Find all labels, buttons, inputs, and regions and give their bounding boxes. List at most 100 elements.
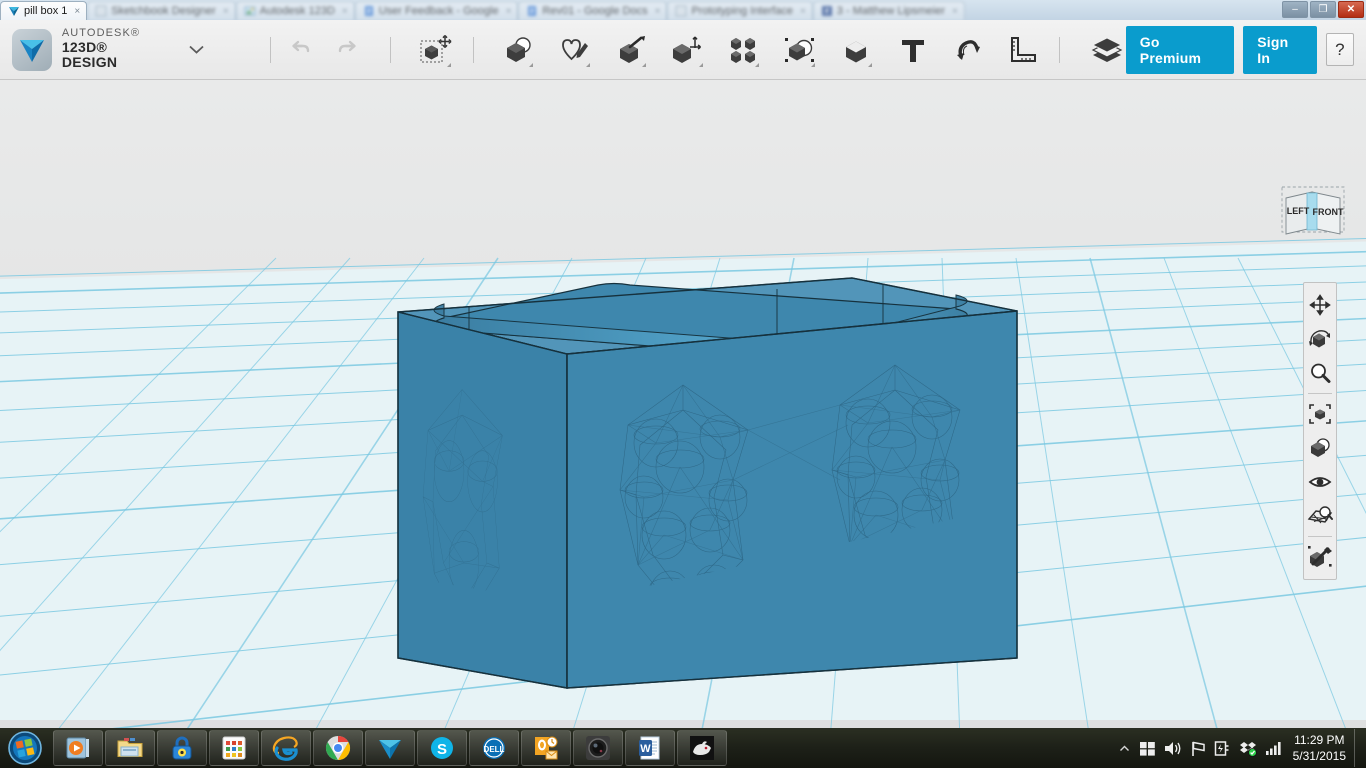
- modify-tool[interactable]: [668, 28, 706, 72]
- taskbar-dell[interactable]: DELL: [469, 730, 519, 766]
- material-tool[interactable]: [1087, 28, 1125, 72]
- grouping-tool[interactable]: [781, 28, 819, 72]
- sign-in-button[interactable]: Sign In: [1243, 25, 1317, 74]
- browser-tab-2[interactable]: Autodesk 123D ×: [235, 1, 355, 20]
- tray-show-hidden[interactable]: [1118, 742, 1131, 755]
- tray-windows[interactable]: [1139, 740, 1156, 757]
- docs-icon: [526, 5, 538, 17]
- facebook-icon: [821, 5, 833, 17]
- taskbar-google-chrome[interactable]: [313, 730, 363, 766]
- browser-tab-active[interactable]: pill box 1 ×: [0, 1, 88, 20]
- zoom-tool[interactable]: [1305, 356, 1335, 390]
- sketch-tool[interactable]: [555, 28, 593, 72]
- close-tab-icon[interactable]: ×: [342, 6, 348, 17]
- taskbar-app-list: S DELL W: [53, 730, 727, 766]
- text-tool[interactable]: [894, 28, 932, 72]
- clock-time: 11:29 PM: [1294, 732, 1345, 747]
- tool-menu-corner-icon: [698, 62, 703, 67]
- taskbar-outlook[interactable]: [521, 730, 571, 766]
- undo-button[interactable]: [280, 28, 320, 72]
- taskbar-camera[interactable]: [573, 730, 623, 766]
- taskbar-windows-media-player[interactable]: [53, 730, 103, 766]
- browser-tab-4[interactable]: Rev01 - Google Docs ×: [518, 1, 668, 20]
- history-group: [280, 28, 368, 72]
- 3d-viewport[interactable]: LEFT FRONT: [0, 80, 1366, 728]
- tool-menu-corner-icon: [529, 62, 534, 67]
- close-tab-icon[interactable]: ×: [74, 6, 80, 17]
- primitives-tool[interactable]: [499, 28, 537, 72]
- browser-tab-1[interactable]: Sketchbook Designer ×: [87, 1, 236, 20]
- go-premium-button[interactable]: Go Premium: [1125, 25, 1235, 74]
- measure-tool[interactable]: [1003, 28, 1041, 72]
- taskbar-file-explorer[interactable]: [105, 730, 155, 766]
- windows-taskbar: S DELL W 11:29 PM 5/31/2015: [0, 728, 1366, 768]
- view-cube[interactable]: LEFT FRONT: [1278, 184, 1348, 244]
- account-actions: Go Premium Sign In ?: [1125, 25, 1366, 74]
- browser-tab-label: 3 - Matthew Lipsmeier: [836, 5, 946, 17]
- transform-tool[interactable]: [416, 28, 454, 72]
- tray-network[interactable]: [1265, 740, 1283, 756]
- orbit-tool[interactable]: [1305, 322, 1335, 356]
- tray-action-center[interactable]: [1190, 740, 1206, 757]
- browser-tab-5[interactable]: Prototyping Interface ×: [667, 1, 813, 20]
- taskbar-rhino[interactable]: [677, 730, 727, 766]
- close-window-button[interactable]: ✕: [1338, 1, 1364, 18]
- fit-tool[interactable]: [1305, 397, 1335, 431]
- taskbar-123d-design[interactable]: [365, 730, 415, 766]
- taskbar-skype[interactable]: S: [417, 730, 467, 766]
- brand-area[interactable]: AUTODESK® 123D® DESIGN: [0, 28, 204, 71]
- close-tab-icon[interactable]: ×: [952, 6, 958, 17]
- grid-snap-tool[interactable]: [1305, 499, 1335, 533]
- navigation-toolbar: [1303, 282, 1337, 580]
- taskbar-internet-explorer[interactable]: [261, 730, 311, 766]
- page-icon: [675, 5, 687, 17]
- visibility-tool[interactable]: [1305, 465, 1335, 499]
- windows-start-orb-icon[interactable]: [3, 729, 47, 767]
- browser-tab-6[interactable]: 3 - Matthew Lipsmeier ×: [812, 1, 965, 20]
- tool-menu-corner-icon: [811, 62, 816, 67]
- material-brush-tool[interactable]: [1305, 540, 1335, 574]
- taskbar-clock[interactable]: 11:29 PM 5/31/2015: [1287, 732, 1354, 764]
- close-tab-icon[interactable]: ×: [800, 6, 806, 17]
- maximize-button[interactable]: ❐: [1310, 1, 1336, 18]
- pan-tool[interactable]: [1305, 288, 1335, 322]
- help-button[interactable]: ?: [1325, 33, 1355, 66]
- close-tab-icon[interactable]: ×: [655, 6, 661, 17]
- browser-tab-3[interactable]: User Feedback - Google ×: [354, 1, 519, 20]
- window-controls: – ❐ ✕: [1282, 1, 1364, 18]
- view-style-tool[interactable]: [1305, 431, 1335, 465]
- close-tab-icon[interactable]: ×: [506, 6, 512, 17]
- taskbar-word[interactable]: W: [625, 730, 675, 766]
- snap-tool[interactable]: [948, 28, 986, 72]
- navbar-divider: [1308, 393, 1332, 394]
- combine-tool[interactable]: [837, 28, 875, 72]
- pattern-tool[interactable]: [725, 28, 763, 72]
- taskbar-app-grid[interactable]: [209, 730, 259, 766]
- toolbar-divider: [472, 36, 474, 63]
- app-toolbar: AUTODESK® 123D® DESIGN Go Premium Sign I…: [0, 20, 1366, 80]
- close-tab-icon[interactable]: ×: [223, 6, 229, 17]
- chevron-down-icon[interactable]: [189, 42, 204, 57]
- minimize-button[interactable]: –: [1282, 1, 1308, 18]
- browser-tab-label: Prototyping Interface: [691, 5, 793, 17]
- redo-button[interactable]: [328, 28, 368, 72]
- 123d-design-icon: [8, 5, 20, 17]
- tray-dropbox[interactable]: [1239, 740, 1257, 757]
- tray-volume[interactable]: [1164, 740, 1182, 757]
- browser-tab-strip: pill box 1 × Sketchbook Designer × Autodesk …: [0, 0, 1366, 20]
- photos-icon: [244, 5, 256, 17]
- viewcube-left-label: LEFT: [1287, 206, 1310, 216]
- viewcube-front-label: FRONT: [1313, 207, 1344, 217]
- tool-menu-corner-icon: [642, 62, 647, 67]
- construct-tool[interactable]: [612, 28, 650, 72]
- show-desktop-button[interactable]: [1354, 729, 1366, 767]
- clock-date: 5/31/2015: [1292, 749, 1346, 763]
- toolbar-divider: [390, 36, 392, 63]
- docs-icon: [363, 5, 375, 17]
- browser-tab-label: Autodesk 123D: [259, 5, 335, 17]
- tool-menu-corner-icon: [585, 62, 590, 67]
- taskbar-security-app[interactable]: [157, 730, 207, 766]
- browser-tabs: pill box 1 × Sketchbook Designer × Autodesk …: [0, 0, 965, 20]
- tray-power[interactable]: [1214, 740, 1231, 757]
- brand-line-product: 123D® DESIGN: [61, 39, 118, 71]
